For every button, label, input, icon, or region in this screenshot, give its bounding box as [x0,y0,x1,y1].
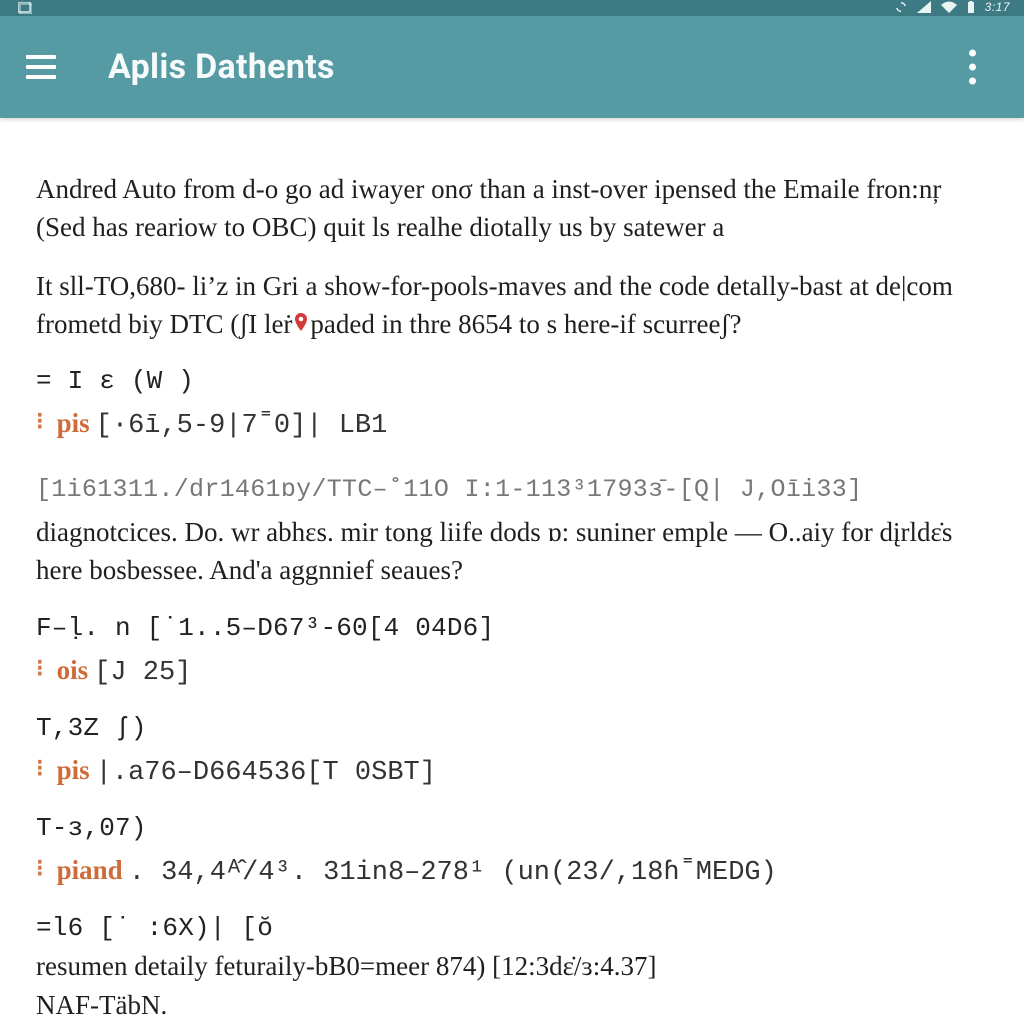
code-line-t07: T-ɜ,07) [36,810,988,847]
signal-icon [917,1,931,13]
code-line-fn: F–ḷ. n [˙1..5–D67³-60[4 04D6] [36,610,988,647]
paragraph-1: Andred Auto from d-o go ad iwayer onσ th… [36,170,988,247]
paragraph-4a: resumen detaily feturaily-bB0=meer 874) … [36,947,988,985]
bullet-keyword: piand [57,855,123,885]
page-title: Aplis Dathents [108,47,335,87]
bullet-dots-icon: ⁝ [36,757,45,781]
bullet-dots-icon: ⁝ [36,857,45,881]
code-line-eq1: = I ɛ (W ) [36,363,988,400]
bullet-row-1: ⁝ pis[·6ī,5-9|7˭0]| LB1 [36,404,988,445]
bullet-dots-icon: ⁝ [36,410,45,434]
bullet-keyword: ois [57,655,89,685]
bullet-row-3: ⁝ pis|.a76–D664536[T 0SBT] [36,751,988,792]
bullet-body: |.a76–D664536[T 0SBT] [96,758,436,788]
paragraph-4b: NAF-TäbN. [36,986,988,1024]
bullet-dots-icon: ⁝ [36,657,45,681]
status-bar: 3:17 [0,0,1024,16]
bullet-body: [·6ī,5-9|7˭0]| LB1 [96,411,388,441]
code-thin-line: [1i61311./dr1461ɒy/TTC–˚11O I:1-113³1793… [36,472,988,508]
bullet-keyword: pis [57,408,90,438]
paragraph-3: diagnotcices. Do. wr abhɛs. mir tong lii… [36,513,988,590]
paragraph-2b: paded in thre 8654 to s here-if scurreeʃ… [310,309,741,339]
bullet-row-4: ⁝ piand. 34,4ᴬ̂/4³. 31in8–278¹ (un(23/,1… [36,851,988,892]
bullet-keyword: pis [57,755,90,785]
screenshot-icon [18,2,32,14]
code-line-eq2: =l6 [˙ :6X)| [ŏ [36,910,988,947]
content-area[interactable]: Andred Auto from d-o go ad iwayer onσ th… [0,118,1024,1024]
bullet-row-2: ⁝ ois[J 25] [36,651,988,692]
battery-icon [967,1,975,13]
code-line-t3z: T,3Z ʃ) [36,710,988,747]
sync-icon [895,1,907,13]
bullet-body: [J 25] [94,658,191,688]
location-pin-icon [294,303,308,341]
status-clock: 3:17 [985,0,1010,14]
bullet-body: . 34,4ᴬ̂/4³. 31in8–278¹ (un(23/,18ɦ˭MEDG… [129,858,777,888]
wifi-icon [941,1,957,13]
menu-icon[interactable] [26,52,56,82]
app-bar: Aplis Dathents [0,16,1024,118]
overflow-menu-button[interactable] [961,42,984,93]
paragraph-2: It sll-TO,680- li’z in Gri a show-for-po… [36,267,988,344]
